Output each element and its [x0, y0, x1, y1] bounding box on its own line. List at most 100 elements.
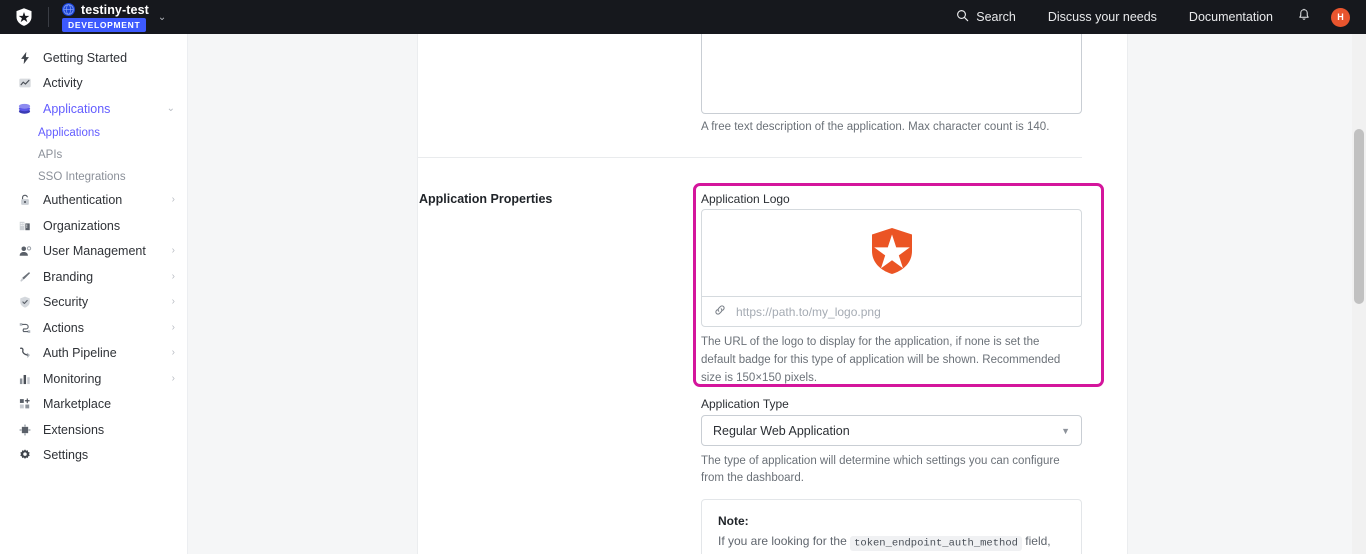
sidebar-item-label: Actions: [43, 321, 84, 335]
sidebar-item-label: Extensions: [43, 423, 104, 437]
chevron-right-icon[interactable]: ›: [172, 272, 175, 282]
actions-flow-icon: [16, 319, 33, 336]
user-icon: [16, 243, 33, 260]
note-callout: Note: If you are looking for the token_e…: [701, 499, 1082, 554]
sidebar-item-marketplace[interactable]: Marketplace: [0, 392, 187, 418]
token-endpoint-auth-method-code: token_endpoint_auth_method: [850, 536, 1022, 551]
sidebar-item-settings[interactable]: Settings: [0, 443, 187, 469]
sidebar-item-label: Activity: [43, 76, 83, 90]
sidebar-subitem-applications[interactable]: Applications: [0, 122, 187, 144]
note-body: If you are looking for the token_endpoin…: [718, 532, 1065, 554]
sidebar-subitem-label: Applications: [38, 127, 100, 139]
logo-url-input[interactable]: https://path.to/my_logo.png: [702, 296, 1081, 327]
sidebar-item-label: Monitoring: [43, 372, 101, 386]
sidebar-subitem-apis[interactable]: APIs: [0, 144, 187, 166]
application-logo-card: https://path.to/my_logo.png: [701, 209, 1082, 327]
application-type-label: Application Type: [701, 397, 789, 411]
documentation-link[interactable]: Documentation: [1173, 0, 1289, 34]
logo-preview: [702, 210, 1081, 296]
search-icon: [956, 9, 969, 25]
application-type-help-text: The type of application will determine w…: [701, 453, 1083, 486]
description-help-text: A free text description of the applicati…: [701, 119, 1101, 136]
globe-icon: [62, 3, 75, 16]
brush-icon: [16, 268, 33, 285]
tenant-switcher[interactable]: testiny-test DEVELOPMENT ⌄: [62, 3, 166, 32]
auth0-badge-icon: [870, 227, 914, 280]
logo-help-text: The URL of the logo to display for the a…: [701, 334, 1077, 387]
sidebar-item-label: Organizations: [43, 219, 120, 233]
chevron-right-icon[interactable]: ›: [172, 246, 175, 256]
top-bar: testiny-test DEVELOPMENT ⌄ Search Discus…: [0, 0, 1366, 34]
chevron-down-icon[interactable]: ⌄: [167, 104, 175, 114]
sidebar-item-auth-pipeline[interactable]: Auth Pipeline ›: [0, 341, 187, 367]
sidebar-item-getting-started[interactable]: Getting Started: [0, 45, 187, 71]
search-label: Search: [976, 10, 1016, 24]
lock-icon: [16, 192, 33, 209]
applications-stack-icon: [16, 100, 33, 117]
application-type-select[interactable]: Regular Web Application ▼: [701, 415, 1082, 446]
sidebar-item-label: Marketplace: [43, 397, 111, 411]
activity-chart-icon: [16, 75, 33, 92]
chevron-right-icon[interactable]: ›: [172, 374, 175, 384]
sidebar-item-label: Applications: [43, 102, 110, 116]
chevron-down-icon: ▼: [1061, 426, 1070, 436]
link-icon: [713, 303, 727, 322]
sidebar-item-extensions[interactable]: Extensions: [0, 417, 187, 443]
note-title: Note:: [718, 514, 1065, 528]
sidebar-subitem-label: SSO Integrations: [38, 171, 126, 183]
logo-url-placeholder: https://path.to/my_logo.png: [736, 305, 881, 319]
gear-icon: [16, 447, 33, 464]
sidebar-item-branding[interactable]: Branding ›: [0, 264, 187, 290]
sidebar-item-monitoring[interactable]: Monitoring ›: [0, 366, 187, 392]
auth0-logo-icon[interactable]: [13, 6, 35, 28]
scrollbar-track[interactable]: [1352, 34, 1366, 554]
tenant-name: testiny-test: [81, 3, 149, 17]
search-button[interactable]: Search: [940, 0, 1032, 34]
chevron-right-icon[interactable]: ›: [172, 297, 175, 307]
content-area: A free text description of the applicati…: [188, 34, 1366, 554]
sidebar-item-label: User Management: [43, 244, 146, 258]
sidebar-item-label: Security: [43, 295, 88, 309]
note-text-before: If you are looking for the: [718, 534, 847, 548]
marketplace-grid-icon: [16, 396, 33, 413]
shield-check-icon: [16, 294, 33, 311]
sidebar-item-authentication[interactable]: Authentication ›: [0, 188, 187, 214]
application-type-value: Regular Web Application: [713, 424, 850, 438]
sidebar-item-label: Settings: [43, 448, 88, 462]
sidebar-subitem-sso-integrations[interactable]: SSO Integrations: [0, 166, 187, 188]
chevron-down-icon[interactable]: ⌄: [158, 12, 166, 23]
sidebar: Getting Started Activity Applications ⌄ …: [0, 34, 188, 554]
sidebar-item-label: Authentication: [43, 193, 122, 207]
chevron-right-icon[interactable]: ›: [172, 323, 175, 333]
avatar[interactable]: H: [1331, 8, 1350, 27]
application-logo-label: Application Logo: [701, 192, 790, 206]
chevron-right-icon[interactable]: ›: [172, 195, 175, 205]
section-divider: [418, 157, 1082, 158]
chevron-right-icon[interactable]: ›: [172, 348, 175, 358]
bar-chart-icon: [16, 370, 33, 387]
top-nav: Search Discuss your needs Documentation …: [940, 0, 1366, 34]
sidebar-subitem-label: APIs: [38, 149, 62, 161]
organizations-icon: [16, 217, 33, 234]
divider: [48, 7, 49, 27]
scrollbar-thumb[interactable]: [1354, 129, 1364, 304]
sidebar-item-organizations[interactable]: Organizations: [0, 213, 187, 239]
description-textarea[interactable]: [701, 34, 1082, 114]
sidebar-item-applications[interactable]: Applications ⌄: [0, 96, 187, 122]
section-title: Application Properties: [419, 192, 552, 206]
extensions-icon: [16, 421, 33, 438]
environment-badge: DEVELOPMENT: [62, 18, 146, 32]
auth-pipeline-icon: [16, 345, 33, 362]
sidebar-item-user-management[interactable]: User Management ›: [0, 239, 187, 265]
notifications-button[interactable]: [1289, 0, 1319, 34]
settings-panel: A free text description of the applicati…: [417, 34, 1128, 554]
sidebar-item-label: Auth Pipeline: [43, 346, 117, 360]
sidebar-item-security[interactable]: Security ›: [0, 290, 187, 316]
bell-icon: [1297, 8, 1311, 27]
sidebar-item-activity[interactable]: Activity: [0, 71, 187, 97]
sidebar-item-label: Getting Started: [43, 51, 127, 65]
sidebar-item-label: Branding: [43, 270, 93, 284]
lightning-icon: [16, 49, 33, 66]
sidebar-item-actions[interactable]: Actions ›: [0, 315, 187, 341]
discuss-your-needs-link[interactable]: Discuss your needs: [1032, 0, 1173, 34]
